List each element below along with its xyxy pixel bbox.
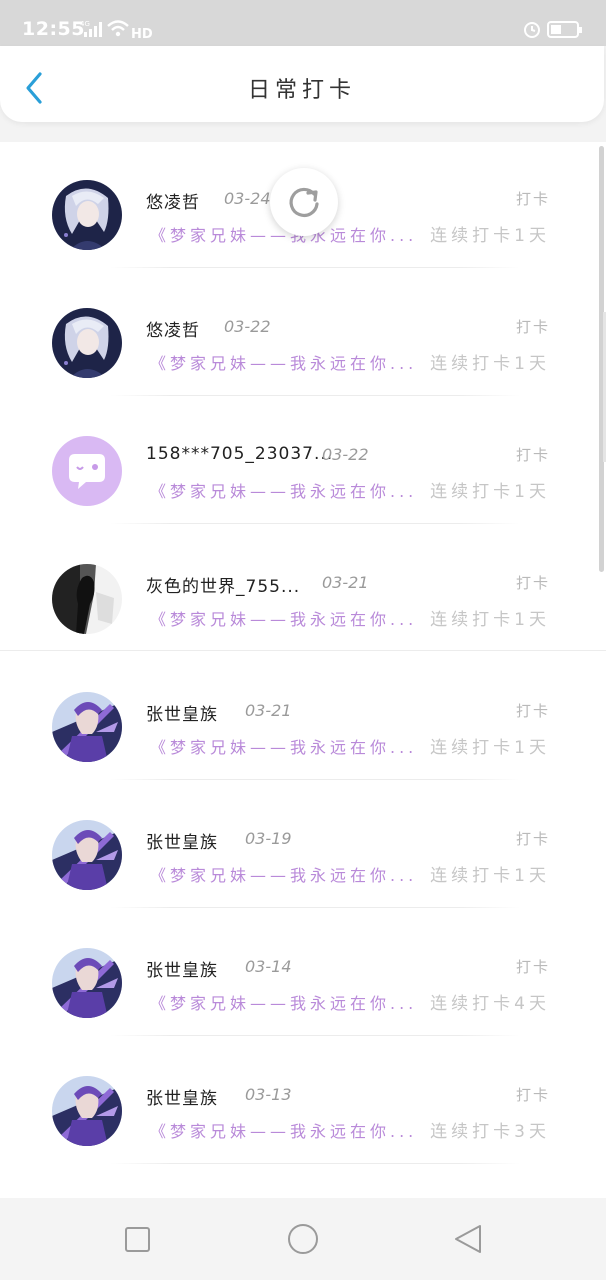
list-item[interactable]: 张世皇族 03-19 打卡 《梦家兄妹——我永远在你... 连续打卡1天: [0, 782, 596, 910]
checkin-date: 03-22: [322, 445, 369, 464]
user-name: 158***705_23037...: [146, 444, 334, 464]
quote-link[interactable]: 《梦家兄妹——我永远在你...: [150, 606, 417, 630]
quote-link[interactable]: 《梦家兄妹——我永远在你...: [150, 478, 417, 502]
signal-icon: 4G: [80, 20, 102, 37]
quote-link[interactable]: 《梦家兄妹——我永远在你...: [150, 350, 417, 374]
checkin-date: 03-21: [245, 701, 292, 720]
avatar[interactable]: [52, 564, 122, 634]
avatar[interactable]: [52, 308, 122, 378]
network-label: 4G: [80, 20, 90, 28]
anime-purple-warrior-avatar: [52, 948, 122, 1018]
checkin-label: 打卡: [515, 318, 550, 336]
streak-text: 连续打卡1天: [430, 738, 550, 758]
checkin-date: 03-24: [224, 189, 271, 208]
header-bar: 日常打卡: [0, 46, 604, 122]
row-divider: [110, 267, 520, 268]
row-divider: [110, 1035, 520, 1036]
checkin-label: 打卡: [515, 446, 550, 464]
refresh-icon: [289, 187, 319, 217]
checkin-date: 03-21: [322, 573, 369, 592]
checkin-label: 打卡: [515, 958, 550, 976]
user-name: 张世皇族: [146, 705, 218, 725]
user-name: 灰色的世界_755...: [146, 577, 301, 597]
list-item[interactable]: 张世皇族 03-21 打卡 《梦家兄妹——我永远在你... 连续打卡1天: [0, 654, 596, 782]
streak-text: 连续打卡4天: [430, 994, 550, 1014]
row-divider: [110, 1163, 520, 1164]
list-item[interactable]: 灰色的世界_755... 03-21 打卡 《梦家兄妹——我永远在你... 连续…: [0, 526, 596, 654]
default-chat-avatar: [52, 436, 122, 506]
anime-purple-warrior-avatar: [52, 1076, 122, 1146]
row-divider: [110, 907, 520, 908]
list-item[interactable]: 悠凌哲 03-22 打卡 《梦家兄妹——我永远在你... 连续打卡1天: [0, 270, 596, 398]
checkin-date: 03-13: [245, 1085, 292, 1104]
quote-link[interactable]: 《梦家兄妹——我永远在你...: [150, 734, 417, 758]
wifi-icon: HD: [107, 20, 153, 40]
avatar[interactable]: [52, 820, 122, 890]
system-nav-bar: [0, 1198, 606, 1280]
user-name: 张世皇族: [146, 1089, 218, 1109]
anime-silver-hair-avatar: [52, 308, 122, 378]
streak-text: 连续打卡1天: [430, 354, 550, 374]
user-name: 张世皇族: [146, 833, 218, 853]
list-item[interactable]: 张世皇族 03-14 打卡 《梦家兄妹——我永远在你... 连续打卡4天: [0, 910, 596, 1038]
square-icon[interactable]: [120, 1222, 154, 1256]
row-divider: [110, 779, 520, 780]
alarm-icon: [524, 22, 540, 38]
list-item[interactable]: 158***705_23037... 03-22 打卡 《梦家兄妹——我永远在你…: [0, 398, 596, 526]
monochrome-figure-avatar: [52, 564, 122, 634]
anime-purple-warrior-avatar: [52, 692, 122, 762]
triangle-back-icon[interactable]: [452, 1222, 486, 1256]
avatar[interactable]: [52, 1076, 122, 1146]
checkin-date: 03-19: [245, 829, 292, 848]
wifi-label: HD: [131, 27, 153, 40]
user-name: 张世皇族: [146, 961, 218, 981]
row-divider: [110, 523, 520, 524]
checkin-label: 打卡: [515, 702, 550, 720]
status-right-icons: [524, 21, 582, 38]
anime-silver-hair-avatar: [52, 180, 122, 250]
streak-text: 连续打卡1天: [430, 482, 550, 502]
checkin-date: 03-22: [224, 317, 271, 336]
page-title: 日常打卡: [247, 78, 356, 103]
checkin-label: 打卡: [515, 190, 550, 208]
streak-text: 连续打卡1天: [430, 866, 550, 886]
checkin-label: 打卡: [515, 830, 550, 848]
row-divider: [110, 395, 520, 396]
streak-text: 连续打卡1天: [430, 610, 550, 630]
quote-link[interactable]: 《梦家兄妹——我永远在你...: [150, 990, 417, 1014]
status-bar: 12:55 4G HD: [0, 0, 606, 46]
list-item[interactable]: 张世皇族 03-13 打卡 《梦家兄妹——我永远在你... 连续打卡3天: [0, 1038, 596, 1166]
user-name: 悠凌哲: [146, 321, 200, 341]
checkin-label: 打卡: [515, 574, 550, 592]
circle-icon[interactable]: [284, 1222, 318, 1256]
streak-text: 连续打卡1天: [430, 226, 550, 246]
quote-link[interactable]: 《梦家兄妹——我永远在你...: [150, 862, 417, 886]
battery-icon: [547, 21, 582, 38]
avatar[interactable]: [52, 180, 122, 250]
status-time: 12:55: [22, 18, 85, 40]
avatar[interactable]: [52, 948, 122, 1018]
checkin-list[interactable]: 悠凌哲 03-24 打卡 《梦家兄妹——我永远在你... 连续打卡1天 悠凌哲 …: [0, 142, 606, 1198]
checkin-label: 打卡: [515, 1086, 550, 1104]
quote-link[interactable]: 《梦家兄妹——我永远在你...: [150, 1118, 417, 1142]
checkin-date: 03-14: [245, 957, 292, 976]
avatar[interactable]: [52, 692, 122, 762]
refresh-spinner: [270, 168, 338, 236]
streak-text: 连续打卡3天: [430, 1122, 550, 1142]
user-name: 悠凌哲: [146, 193, 200, 213]
anime-purple-warrior-avatar: [52, 820, 122, 890]
avatar[interactable]: [52, 436, 122, 506]
section-divider: [0, 650, 606, 651]
